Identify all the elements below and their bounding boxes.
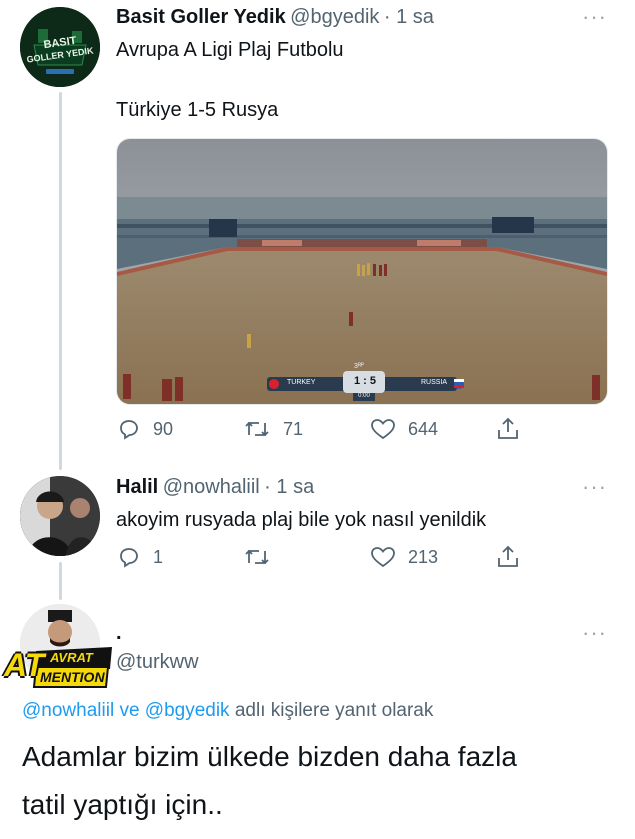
thread-line-1 <box>59 92 62 470</box>
share-icon <box>498 545 518 567</box>
author-name[interactable]: Halil <box>116 476 158 498</box>
tweet-text-line-2: Türkiye 1-5 Rusya <box>116 99 279 121</box>
timestamp[interactable]: · 1 sa <box>264 476 314 498</box>
at-mention-badge: AT AVRAT MENTION <box>2 645 114 689</box>
reply-button[interactable]: 90 <box>117 417 173 441</box>
tweet-media-image[interactable]: 3ᴿᴾ TURKEY 1 : 5 RUSSIA 0:00 <box>116 138 608 405</box>
scoreboard-score: 1 : 5 <box>353 375 376 387</box>
avatar-image <box>20 476 100 556</box>
share-button[interactable] <box>496 544 520 570</box>
retweet-count: 71 <box>283 418 304 439</box>
like-icon <box>371 547 395 568</box>
like-count: 213 <box>408 546 439 567</box>
reply-context: @nowhaliil ve @bgyedik adlı kişilere yan… <box>22 700 433 722</box>
more-icon[interactable]: ··· <box>582 476 607 498</box>
author-name[interactable]: Basit Goller Yedik <box>116 6 286 28</box>
share-button[interactable] <box>496 416 520 442</box>
scoreboard-clock: 0:00 <box>358 393 370 399</box>
retweet-button[interactable] <box>243 545 283 569</box>
badge-at: AT <box>4 647 45 683</box>
scoreboard-home: TURKEY <box>287 379 316 386</box>
reply-icon <box>120 420 138 440</box>
retweet-button[interactable]: 71 <box>243 417 303 441</box>
tweet-header: Halil @nowhaliil · 1 sa <box>116 476 314 499</box>
reply-count: 90 <box>153 418 174 439</box>
like-count: 644 <box>408 418 439 439</box>
scoreboard-period: 3ᴿᴾ <box>354 363 364 370</box>
more-icon[interactable]: ··· <box>582 6 607 28</box>
retweet-icon <box>245 549 269 565</box>
author-name[interactable]: . <box>116 622 122 645</box>
badge-line-2: MENTION <box>40 669 105 685</box>
tweet-text-line-2: tatil yaptığı için.. <box>22 789 223 820</box>
avatar-nowhaliil[interactable] <box>20 476 100 556</box>
reply-to-users[interactable]: @nowhaliil ve @bgyedik <box>22 700 230 721</box>
more-icon[interactable]: ··· <box>582 622 607 644</box>
timestamp[interactable]: · 1 sa <box>384 6 434 28</box>
like-icon <box>371 419 395 440</box>
reply-to-suffix: adlı kişilere yanıt olarak <box>234 700 434 721</box>
thread-line-2 <box>59 562 62 600</box>
like-button[interactable]: 644 <box>370 417 438 441</box>
share-icon <box>498 417 518 439</box>
tweet-text-line-1: Adamlar bizim ülkede bizden daha fazla <box>22 741 517 772</box>
reply-icon <box>120 548 138 568</box>
reply-count: 1 <box>153 546 164 567</box>
author-handle[interactable]: @nowhaliil <box>163 476 260 498</box>
like-button[interactable]: 213 <box>370 545 438 569</box>
author-handle[interactable]: @bgyedik <box>290 6 379 28</box>
reply-button[interactable]: 1 <box>117 545 163 569</box>
author-handle[interactable]: @turkww <box>116 651 199 674</box>
tweet-text-line-1: Avrupa A Ligi Plaj Futbolu <box>116 39 344 61</box>
avatar-bgyedik[interactable]: BASIT GOLLER YEDIK <box>20 7 100 87</box>
tweet-text: akoyim rusyada plaj bile yok nasıl yenil… <box>116 509 487 531</box>
tweet-header: Basit Goller Yedik @bgyedik · 1 sa <box>116 6 434 29</box>
scoreboard-away: RUSSIA <box>421 379 448 386</box>
badge-line-1: AVRAT <box>50 650 93 665</box>
retweet-icon <box>245 421 269 437</box>
